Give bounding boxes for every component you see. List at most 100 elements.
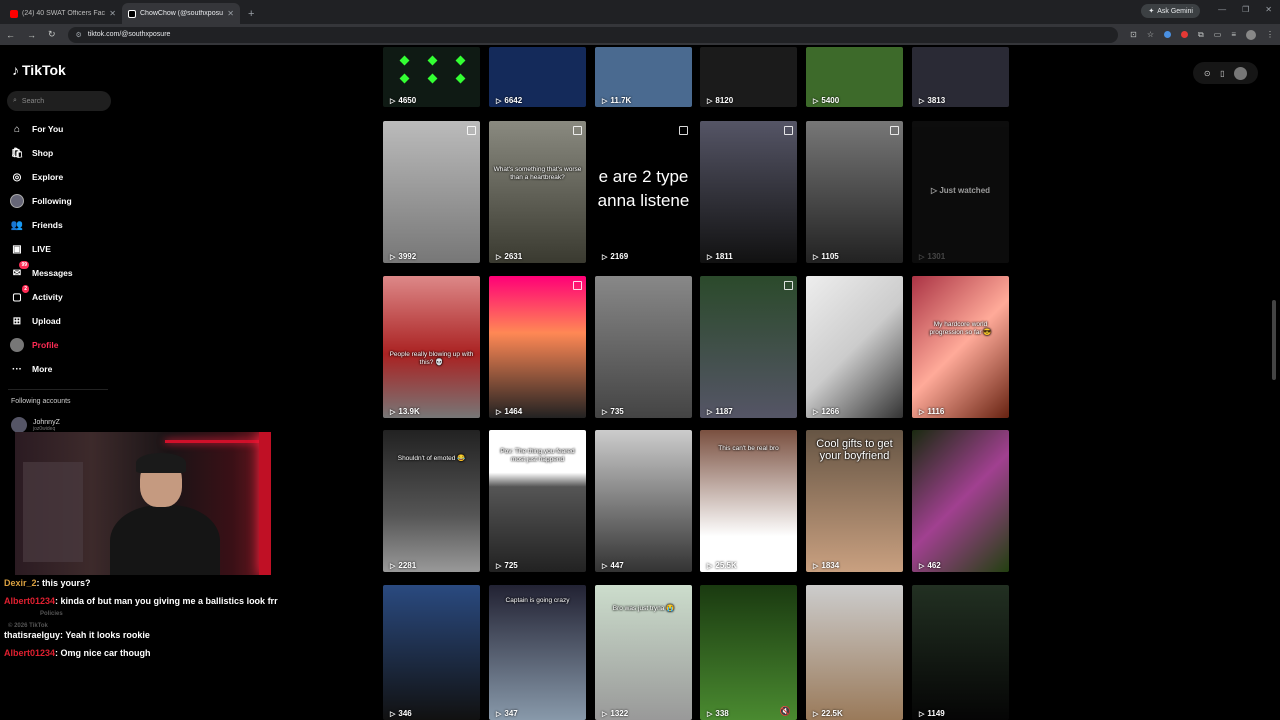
youtube-icon <box>10 9 18 18</box>
video-tile[interactable]: ▷ 1811 <box>700 121 797 263</box>
sidebar-item-explore[interactable]: ◎ Explore <box>10 168 64 186</box>
video-tile[interactable]: Cool gifts to get your boyfriend ▷ 1834 <box>806 430 903 572</box>
video-tile[interactable]: What's something that's worse than a hea… <box>489 121 586 263</box>
play-icon: ▷ <box>602 253 608 261</box>
video-tile[interactable]: ▷ 8120 <box>700 47 797 107</box>
multi-photo-icon <box>467 126 476 135</box>
video-tile[interactable]: ▷ 3992 <box>383 121 480 263</box>
user-avatar-icon[interactable] <box>1234 66 1248 80</box>
tab-title: ChowChow (@southxposure) |... <box>140 10 223 17</box>
video-tile[interactable]: ▷ 735 <box>595 276 692 418</box>
forward-icon[interactable]: → <box>27 30 36 40</box>
browser-tab-bar: (24) 40 SWAT Officers Face Ulti... ✕ Cho… <box>0 0 1280 24</box>
video-tile[interactable]: ▷ 447 <box>595 430 692 572</box>
video-tile[interactable]: ▷ 1187 <box>700 276 797 418</box>
sidebar-divider <box>8 389 108 390</box>
video-tile[interactable]: ▷ 338 🔇 <box>700 585 797 720</box>
video-tile[interactable]: ▷ 22.5K <box>806 585 903 720</box>
sidebar-item-activity[interactable]: ▢ 2 Activity <box>10 285 63 306</box>
video-tile[interactable]: ▷ 462 <box>912 430 1009 572</box>
sidebar-item-profile[interactable]: Profile <box>10 336 58 354</box>
menu-icon[interactable]: ⋮ <box>1266 30 1274 39</box>
upload-icon: ⊞ <box>12 315 22 327</box>
video-tile[interactable]: Shouldn't of emoted 😂 ▷ 2281 <box>383 430 480 572</box>
new-tab-button[interactable]: + <box>240 8 262 24</box>
view-count: ▷ 1116 <box>919 407 944 416</box>
phone-icon[interactable]: ▯ <box>1220 69 1224 78</box>
video-tile[interactable]: My hardcore world progression so far 😎 ▷ 1… <box>912 276 1009 418</box>
tiktok-logo[interactable]: ♪ TikTok <box>12 62 66 78</box>
video-tile[interactable]: ▷ 346 <box>383 585 480 720</box>
close-tab-icon[interactable]: ✕ <box>227 9 234 18</box>
sidebar-item-more[interactable]: ··· More <box>10 360 52 378</box>
tab-search-icon[interactable]: ≡ <box>1231 30 1236 39</box>
video-tile[interactable]: ▷ 1105 <box>806 121 903 263</box>
browser-tab[interactable]: (24) 40 SWAT Officers Face Ulti... ✕ <box>4 3 122 24</box>
activity-badge: 2 <box>22 285 29 293</box>
video-tile[interactable]: ▷ 1266 <box>806 276 903 418</box>
scrollbar[interactable] <box>1272 300 1276 380</box>
video-tile[interactable]: ▷ 1149 <box>912 585 1009 720</box>
sidebar-item-live[interactable]: ▣ LIVE <box>10 240 51 258</box>
streamer-cap <box>136 453 186 473</box>
close-window-icon[interactable]: ✕ <box>1265 5 1272 14</box>
video-tile[interactable]: Captain is going crazy ▷ 347 <box>489 585 586 720</box>
play-icon: ▷ <box>919 562 925 570</box>
bookmark-star-icon[interactable]: ☆ <box>1147 30 1154 39</box>
site-info-icon[interactable]: ⚙ <box>76 31 82 39</box>
following-accounts-label: Following accounts <box>11 398 71 405</box>
back-icon[interactable]: ← <box>6 30 15 40</box>
sidebar-item-following[interactable]: Following <box>10 192 72 210</box>
install-icon[interactable]: ⊡ <box>1130 30 1137 39</box>
extension-red-icon[interactable] <box>1181 31 1189 38</box>
sidepanel-icon[interactable]: ▭ <box>1214 30 1222 39</box>
diamond-decoration <box>427 55 438 66</box>
profile-avatar-icon[interactable] <box>1246 29 1256 40</box>
extension-blue-icon[interactable] <box>1164 31 1172 38</box>
video-tile[interactable]: ▷ 3813 <box>912 47 1009 107</box>
video-tile[interactable]: Bro was just tryna 😭 ▷ 1322 <box>595 585 692 720</box>
search-placeholder: Search <box>21 97 45 105</box>
following-account[interactable]: JohnnyZ joz0wideq <box>11 417 60 433</box>
video-tile[interactable]: This can't be real bro ▷ 25.5K <box>700 430 797 572</box>
sidebar-item-label: Messages <box>32 268 73 278</box>
video-tile[interactable]: ▷ 4650 <box>383 47 480 107</box>
minimize-icon[interactable]: — <box>1218 5 1226 14</box>
search-input[interactable]: ⌕ Search <box>7 91 111 111</box>
ask-gemini-button[interactable]: ✦ Ask Gemini <box>1141 4 1200 18</box>
puzzle-icon[interactable]: ⧉ <box>1198 30 1204 40</box>
messages-badge: 99 <box>19 261 29 269</box>
view-count: ▷ 735 <box>602 407 624 416</box>
view-count-text: 447 <box>610 561 624 570</box>
video-tile[interactable]: ▷ 1464 <box>489 276 586 418</box>
play-icon: ▷ <box>707 253 713 261</box>
sidebar-item-for-you[interactable]: ⌂ For You <box>10 120 63 138</box>
browser-tab-active[interactable]: ChowChow (@southxposure) |... ✕ <box>122 3 240 24</box>
coin-icon[interactable]: ⊙ <box>1204 69 1211 78</box>
maximize-icon[interactable]: ❐ <box>1242 5 1249 14</box>
sidebar-item-shop[interactable]: 🛍 Shop <box>10 144 54 162</box>
diamond-decoration <box>399 55 410 66</box>
video-tile[interactable]: ▷ 5400 <box>806 47 903 107</box>
close-tab-icon[interactable]: ✕ <box>109 9 116 18</box>
sidebar-item-friends[interactable]: 👥 Friends <box>10 216 63 234</box>
home-icon: ⌂ <box>13 123 21 135</box>
sidebar-item-label: For You <box>32 124 64 134</box>
window-controls: — ❐ ✕ <box>1218 5 1272 14</box>
sidebar-item-messages[interactable]: ✉ 99 Messages <box>10 261 73 282</box>
play-icon: ▷ <box>813 710 819 718</box>
mute-icon[interactable]: 🔇 <box>780 706 791 717</box>
video-tile[interactable]: Pov: The thing you feared most just happ… <box>489 430 586 572</box>
video-tile[interactable]: ▷ 6642 <box>489 47 586 107</box>
url-field[interactable]: ⚙ tiktok.com/@southxposure <box>67 26 1119 43</box>
video-tile[interactable]: ▷ Just watched ▷ 1301 <box>912 121 1009 263</box>
view-count-text: 2631 <box>504 252 523 261</box>
sidebar-item-upload[interactable]: ⊞ Upload <box>10 312 61 330</box>
reload-icon[interactable]: ↻ <box>48 29 56 40</box>
view-count-text: 338 <box>715 709 729 718</box>
search-icon: ⌕ <box>13 97 17 104</box>
video-tile[interactable]: e are 2 type anna listene ▷ 2169 <box>595 121 692 263</box>
video-tile[interactable]: ▷ 11.7K <box>595 47 692 107</box>
chat-text: : Yeah it looks rookie <box>60 630 150 640</box>
video-tile[interactable]: People really blowing up with this? 💀 ▷ 13… <box>383 276 480 418</box>
